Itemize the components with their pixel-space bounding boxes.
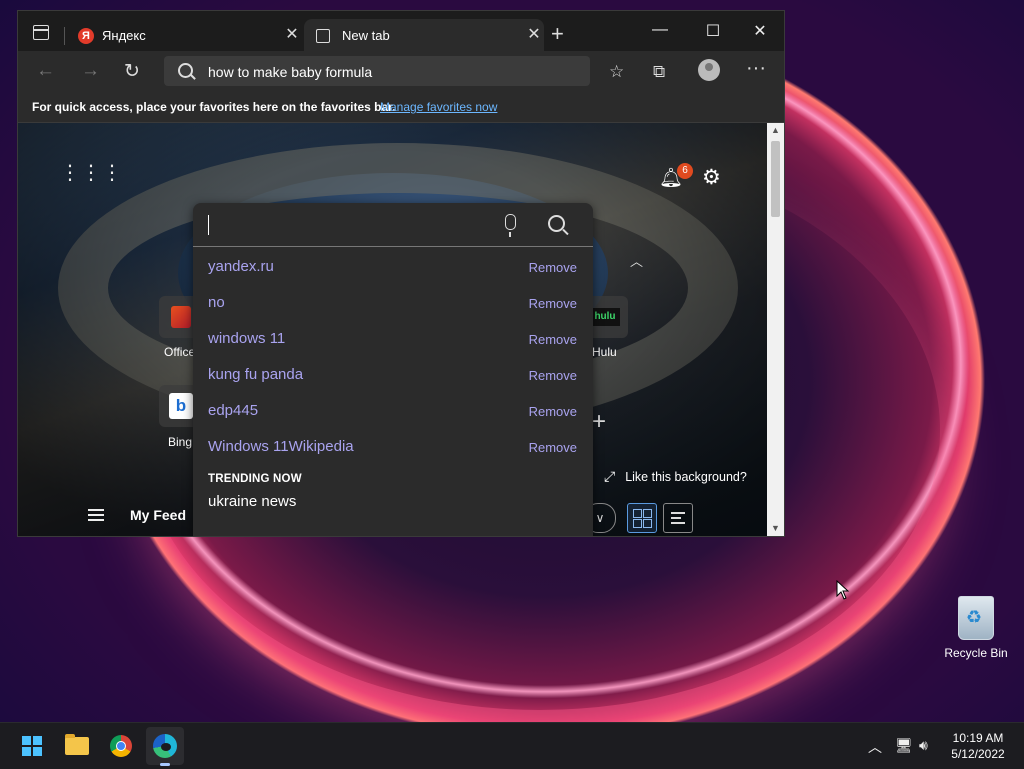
scroll-up-icon[interactable]: ▲ [771, 125, 780, 135]
history-query[interactable]: edp445 [208, 402, 258, 419]
start-button[interactable] [13, 727, 51, 765]
quick-link-label: Bing [168, 435, 193, 449]
expand-arrows-icon: ⤢ [604, 468, 616, 484]
text-caret [208, 215, 209, 235]
forward-icon[interactable]: → [81, 60, 100, 82]
recycle-bin-shortcut[interactable]: Recycle Bin [940, 596, 1012, 660]
tab-actions-icon[interactable] [33, 25, 49, 40]
history-item[interactable]: edp445 Remove [193, 394, 593, 430]
remove-history-button[interactable]: Remove [529, 296, 577, 311]
history-query[interactable]: windows 11 [208, 330, 285, 347]
search-input[interactable] [193, 203, 593, 247]
like-background-label: Like this background? [625, 470, 747, 484]
office-icon [171, 306, 191, 328]
settings-gear-icon[interactable]: ⚙ [702, 165, 721, 190]
history-item[interactable]: windows 11 Remove [193, 322, 593, 358]
favorites-bar: For quick access, place your favorites h… [18, 91, 784, 123]
remove-history-button[interactable]: Remove [529, 404, 577, 419]
address-bar[interactable]: how to make baby formula [164, 56, 590, 86]
history-item[interactable]: no Remove [193, 286, 593, 322]
tab-label: Яндекс [102, 28, 146, 43]
network-icon[interactable]: 🖥︎ [895, 737, 913, 754]
list-view-icon[interactable] [663, 503, 693, 533]
search-icon [178, 63, 193, 78]
refresh-icon[interactable]: ↻ [124, 60, 140, 83]
quick-link-label: Office [164, 345, 196, 359]
chrome-icon [110, 735, 132, 757]
edge-icon [153, 734, 177, 758]
remove-history-button[interactable]: Remove [529, 260, 577, 275]
system-clock[interactable]: 10:19 AM 5/12/2022 [946, 730, 1010, 762]
close-tab-icon[interactable]: ✕ [282, 25, 302, 45]
trending-item[interactable]: ukraine news [208, 493, 296, 510]
history-item[interactable]: yandex.ru Remove [193, 250, 593, 286]
tab-strip: Я Яндекс ✕ New tab ✕ + — ☐ ✕ [18, 11, 784, 51]
recycle-bin-icon [958, 596, 994, 640]
edge-browser-window: Я Яндекс ✕ New tab ✕ + — ☐ ✕ ← → ↻ how t… [17, 10, 785, 537]
search-suggestions-dropdown: yandex.ru Remove no Remove windows 11 Re… [193, 203, 593, 536]
recycle-bin-label: Recycle Bin [944, 646, 1008, 660]
quick-link-label: Hulu [592, 345, 617, 359]
windows-start-icon [22, 736, 42, 756]
collapse-chevron-icon[interactable]: ︿ [630, 251, 643, 270]
profile-avatar[interactable] [698, 59, 720, 81]
app-launcher-icon[interactable]: ⋮⋮⋮ [60, 163, 123, 183]
add-quick-link-icon[interactable]: + [592, 408, 606, 436]
menu-hamburger-icon[interactable] [88, 509, 104, 521]
taskbar-file-explorer[interactable] [58, 727, 96, 765]
microphone-icon[interactable] [505, 214, 516, 237]
history-item[interactable]: Windows 11Wikipedia Remove [193, 430, 593, 466]
back-icon[interactable]: ← [36, 60, 55, 82]
search-icon[interactable] [548, 215, 565, 232]
trending-header: TRENDING NOW [208, 473, 302, 485]
show-hidden-icons-chevron-icon[interactable]: ︿ [868, 737, 882, 757]
page-icon [316, 29, 330, 43]
grid-view-icon[interactable] [627, 503, 657, 533]
history-item[interactable]: kung fu panda Remove [193, 358, 593, 394]
taskbar-chrome[interactable] [102, 727, 140, 765]
notification-badge: 6 [677, 163, 693, 179]
remove-history-button[interactable]: Remove [529, 440, 577, 455]
history-query[interactable]: no [208, 294, 225, 311]
new-tab-plus-icon[interactable]: + [551, 23, 564, 45]
maximize-icon[interactable]: ☐ [698, 21, 728, 41]
remove-history-button[interactable]: Remove [529, 368, 577, 383]
new-tab-page: ⋮⋮⋮ 🔔︎ 6 ⚙ Office hulu Hulu b Bing ︿ + ⤢… [18, 123, 767, 536]
history-query[interactable]: kung fu panda [208, 366, 303, 383]
clock-time: 10:19 AM [952, 731, 1004, 745]
address-text: how to make baby formula [208, 64, 373, 80]
tab-yandex[interactable]: Я Яндекс ✕ [64, 19, 302, 51]
more-menu-icon[interactable]: ··· [746, 57, 766, 80]
tab-label: New tab [342, 28, 390, 43]
history-query[interactable]: yandex.ru [208, 258, 274, 275]
close-tab-icon[interactable]: ✕ [524, 25, 544, 45]
scrollbar-thumb[interactable] [771, 141, 780, 217]
yandex-icon: Я [78, 28, 94, 44]
toolbar: ← → ↻ how to make baby formula ☆ ⧉ ··· [18, 51, 784, 91]
close-window-icon[interactable]: ✕ [745, 21, 775, 41]
tab-new-tab[interactable]: New tab ✕ [304, 19, 544, 51]
scroll-down-icon[interactable]: ▼ [771, 523, 780, 533]
active-app-indicator [160, 763, 170, 766]
my-feed-label[interactable]: My Feed [130, 507, 186, 523]
remove-history-button[interactable]: Remove [529, 332, 577, 347]
minimize-icon[interactable]: — [645, 21, 675, 39]
manage-favorites-link[interactable]: Manage favorites now [380, 100, 497, 114]
file-explorer-icon [65, 734, 89, 755]
taskbar: ︿ 🖥︎ 🔊︎ 10:19 AM 5/12/2022 [0, 722, 1024, 769]
favorites-star-icon[interactable]: ☆ [609, 62, 624, 82]
volume-icon[interactable]: 🔊︎ [919, 737, 928, 754]
history-query[interactable]: Windows 11Wikipedia [208, 438, 354, 455]
hulu-icon: hulu [590, 308, 620, 326]
favorites-bar-message: For quick access, place your favorites h… [32, 100, 396, 114]
clock-date: 5/12/2022 [951, 747, 1005, 761]
tab-separator [64, 27, 65, 45]
bing-icon: b [169, 393, 193, 419]
collections-icon[interactable]: ⧉ [653, 62, 665, 82]
page-scrollbar[interactable]: ▲ ▼ [767, 123, 784, 536]
taskbar-edge[interactable] [146, 727, 184, 766]
like-background-button[interactable]: ⤢ Like this background? [604, 468, 747, 485]
